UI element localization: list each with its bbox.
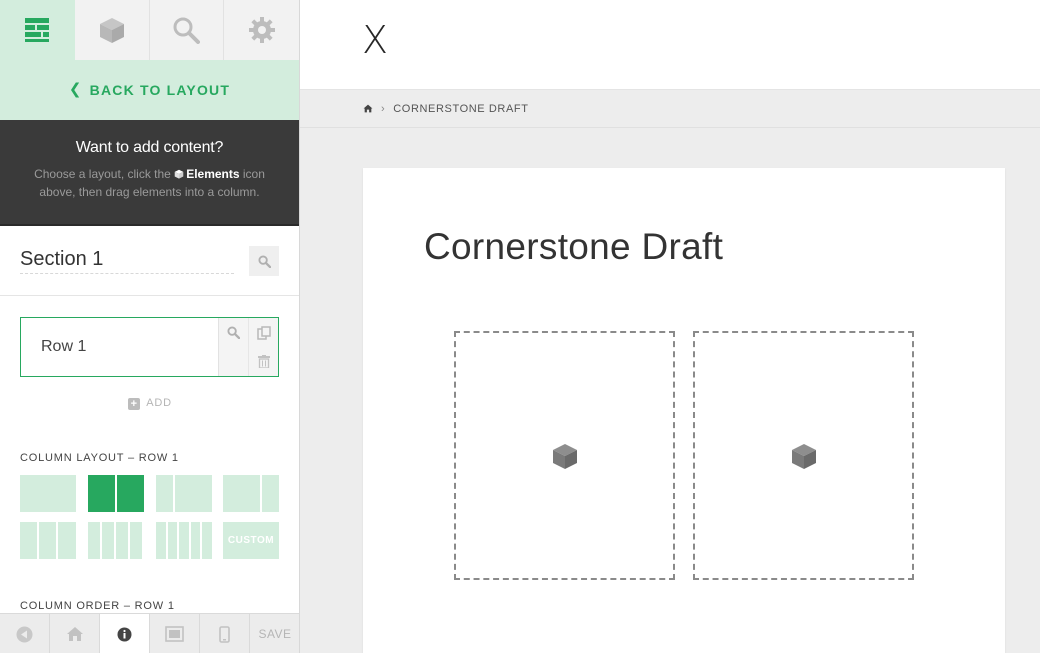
home-button[interactable] <box>50 614 100 653</box>
trash-icon <box>257 355 270 368</box>
search-icon <box>257 254 271 268</box>
collapse-icon <box>16 626 33 642</box>
info-icon <box>117 627 132 641</box>
tab-layout[interactable] <box>0 0 75 60</box>
search-icon <box>173 17 201 44</box>
tab-inspector[interactable] <box>150 0 225 60</box>
layout-option-2-col[interactable] <box>88 475 144 512</box>
page-preview: X › CORNERSTONE DRAFT Cornerstone Draft <box>300 0 1040 653</box>
mobile-icon <box>219 625 230 643</box>
breadcrumb-separator: › <box>381 102 386 115</box>
layout-option-5-col[interactable] <box>156 522 212 559</box>
mobile-button[interactable] <box>200 614 250 653</box>
save-button[interactable]: SAVE <box>250 614 299 653</box>
row-duplicate-button[interactable] <box>256 318 271 347</box>
row-label: Row 1 <box>41 338 87 355</box>
bottom-toolbar: SAVE <box>0 613 299 653</box>
plus-icon: + <box>128 398 141 410</box>
layout-option-1-3-2-3[interactable] <box>156 475 212 512</box>
collapse-button[interactable] <box>0 614 50 653</box>
row-item[interactable]: Row 1 <box>20 317 279 377</box>
info-button[interactable] <box>100 614 150 653</box>
elements-cube-icon <box>552 443 577 469</box>
back-label: BACK TO LAYOUT <box>89 82 231 98</box>
elements-cube-icon <box>791 443 816 469</box>
site-header: X <box>300 0 1040 90</box>
builder-sidebar: ❮ BACK TO LAYOUT Want to add content? Ch… <box>0 0 300 653</box>
copy-icon <box>256 325 271 340</box>
section-item: Section 1 <box>0 226 299 296</box>
search-icon <box>227 326 241 339</box>
add-row-button[interactable]: + ADD <box>0 397 299 410</box>
tab-elements[interactable] <box>75 0 150 60</box>
column-order-label: COLUMN ORDER – ROW 1 <box>20 600 175 612</box>
layout-option-2-3-1-3[interactable] <box>223 475 279 512</box>
tab-settings[interactable] <box>224 0 299 60</box>
column-layout-label: COLUMN LAYOUT – ROW 1 <box>20 452 179 464</box>
back-to-layout-button[interactable]: ❮ BACK TO LAYOUT <box>0 60 299 120</box>
layout-icon <box>25 18 50 42</box>
section-title[interactable]: Section 1 <box>20 248 234 274</box>
responsive-button[interactable] <box>150 614 200 653</box>
breadcrumb-current: CORNERSTONE DRAFT <box>393 102 529 115</box>
column-dropzone-1[interactable] <box>454 331 675 580</box>
row-tools <box>218 318 278 376</box>
help-title: Want to add content? <box>75 139 224 156</box>
elements-cube-icon <box>174 169 184 179</box>
column-dropzone-2[interactable] <box>693 331 914 580</box>
layout-option-3-col[interactable] <box>20 522 76 559</box>
elements-cube-icon <box>99 18 124 43</box>
sidebar-tabs <box>0 0 299 60</box>
page-title: Cornerstone Draft <box>424 226 724 267</box>
chevron-left-icon: ❮ <box>68 81 83 98</box>
section-inspect-button[interactable] <box>249 246 279 276</box>
layout-option-custom[interactable]: CUSTOM <box>223 522 279 559</box>
content-area: Cornerstone Draft <box>363 168 1005 653</box>
breadcrumb: › CORNERSTONE DRAFT <box>300 90 1040 128</box>
help-panel: Want to add content? Choose a layout, cl… <box>0 120 299 226</box>
home-icon[interactable] <box>363 104 373 113</box>
row-delete-button[interactable] <box>257 347 270 376</box>
home-icon <box>66 627 83 641</box>
layout-option-4-col[interactable] <box>88 522 144 559</box>
help-text: Choose a layout, click the Elements icon… <box>34 167 265 199</box>
site-logo[interactable]: X <box>362 18 388 62</box>
row-inspect-button[interactable] <box>227 318 241 347</box>
settings-gear-icon <box>248 17 275 43</box>
layout-option-1-col[interactable] <box>20 475 76 512</box>
responsive-icon <box>165 626 184 642</box>
